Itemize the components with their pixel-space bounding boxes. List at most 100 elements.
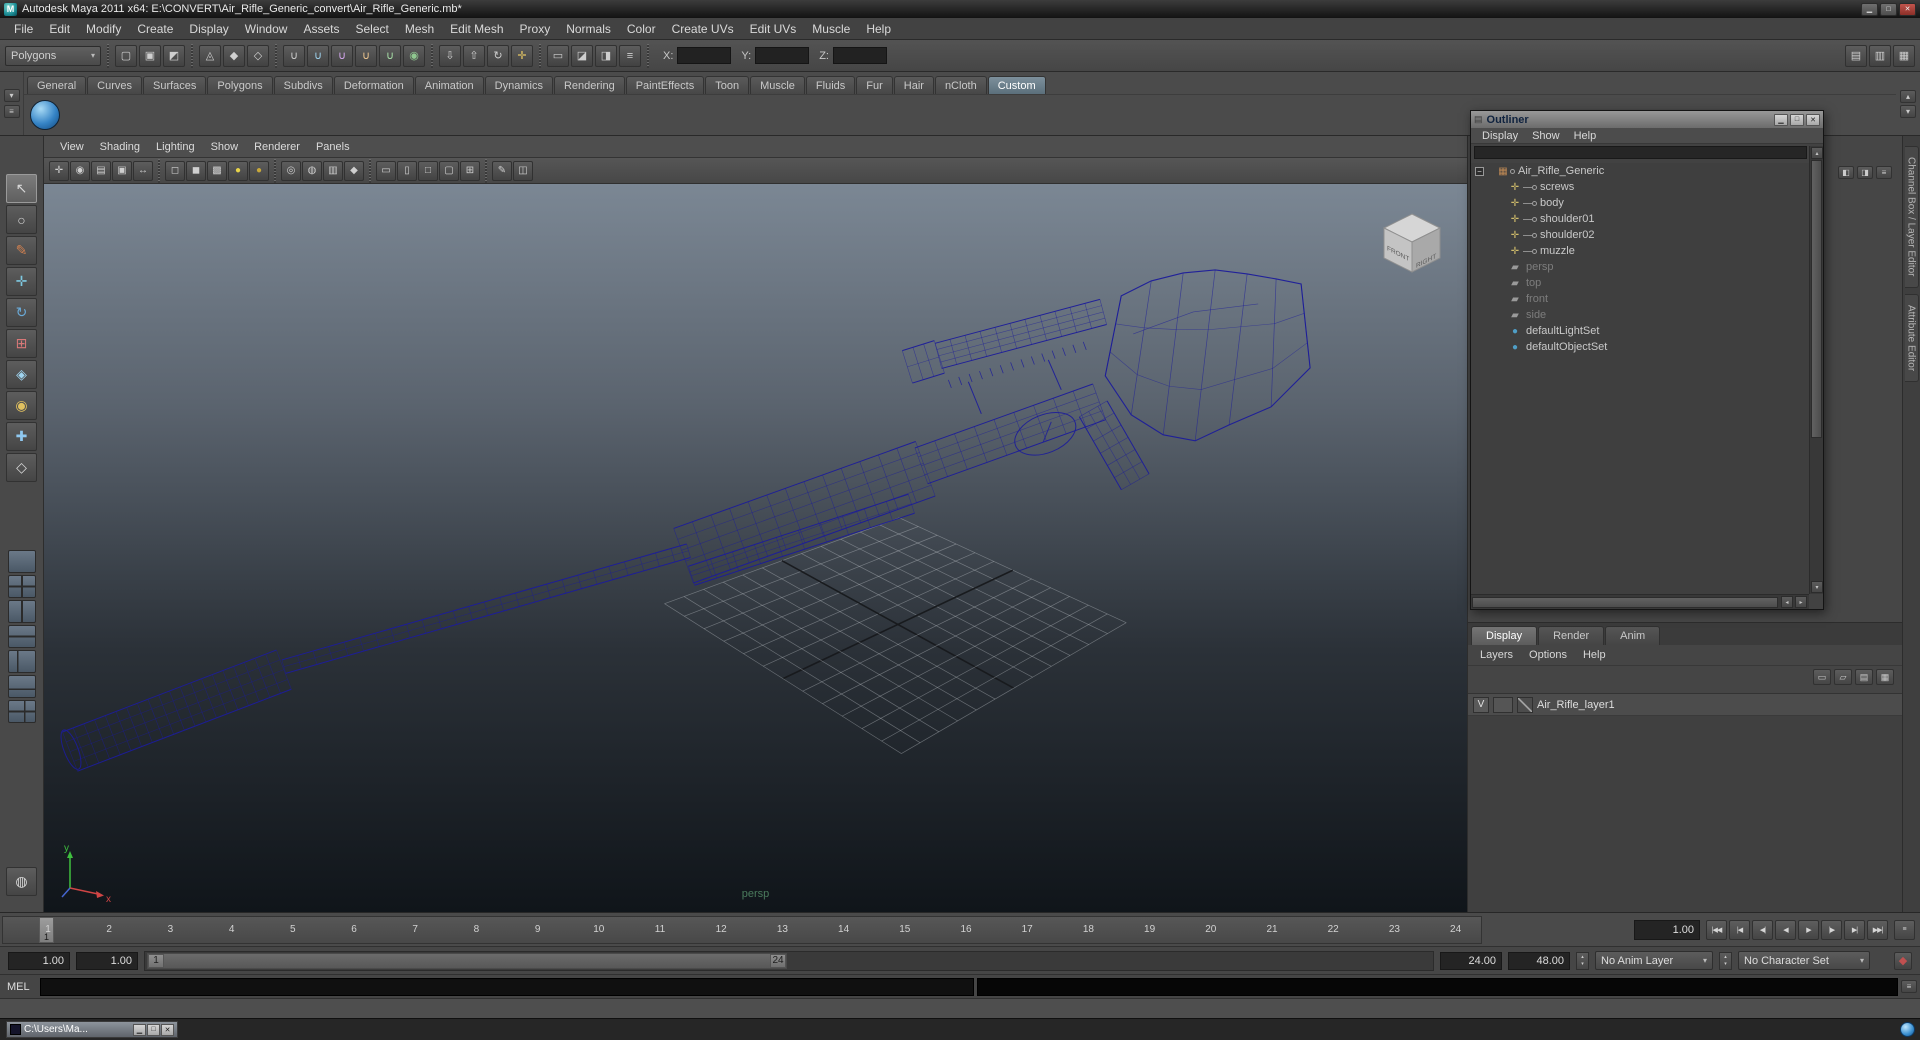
make-live-icon[interactable]: ◉ [403,44,425,67]
snap-view-plane-icon[interactable]: ∪ [379,44,401,67]
hypershade-persp-layout-icon[interactable] [7,700,36,723]
layer-color-swatch[interactable] [1517,696,1533,713]
outliner-titlebar[interactable]: ▤ Outliner ▁ □ ✕ [1471,111,1823,128]
attribute-editor-tab[interactable]: Attribute Editor [1904,293,1919,382]
menu-mesh[interactable]: Mesh [397,20,442,38]
select-object-icon[interactable]: ◆ [223,44,245,67]
scroll-up-icon[interactable]: ▴ [1811,147,1823,159]
view-cube[interactable]: FRONT RIGHT [1377,206,1447,280]
select-component-icon[interactable]: ◇ [247,44,269,67]
layer-tab-display[interactable]: Display [1471,626,1538,645]
layer-name[interactable]: Air_Rifle_layer1 [1537,699,1615,711]
last-tool-icon[interactable]: ◇ [6,453,37,482]
shelf-tab-toon[interactable]: Toon [705,76,750,94]
outliner-menu-display[interactable]: Display [1475,129,1525,143]
construction-history-icon[interactable]: ↻ [487,44,509,67]
wireframe-icon[interactable]: ◻ [165,160,185,181]
paint-selection-tool-icon[interactable]: ✎ [6,236,37,265]
menu-edit-uvs[interactable]: Edit UVs [742,20,805,38]
z-coordinate-input[interactable] [832,47,887,64]
play-backward-button[interactable]: ◀ [1775,919,1796,940]
film-gate-icon[interactable]: ▯ [397,160,417,181]
range-start-handle[interactable]: 1 [148,953,164,968]
shelf-tab-deformation[interactable]: Deformation [333,76,414,94]
menu-proxy[interactable]: Proxy [512,20,559,38]
scroll-down-icon[interactable]: ▾ [1811,581,1823,593]
shelf-scroll-up-icon[interactable]: ▴ [1900,89,1916,103]
animation-end-field[interactable]: 48.00 [1508,951,1570,970]
menu-normals[interactable]: Normals [558,20,619,38]
layers-menu-layers[interactable]: Layers [1472,648,1521,662]
outliner-menu-show[interactable]: Show [1525,129,1567,143]
close-window-button[interactable]: ✕ [161,1023,174,1036]
y-coordinate-input[interactable] [755,47,810,64]
single-pane-layout-icon[interactable] [7,550,36,573]
shadows-icon[interactable]: ● [249,160,269,181]
minimize-window-button[interactable]: ▁ [133,1023,146,1036]
image-plane-icon[interactable]: ▣ [112,160,132,181]
paint-effects-tool-icon[interactable]: ◍ [6,867,37,896]
persp-graph-layout-icon[interactable] [7,675,36,698]
soft-modification-icon[interactable]: ◉ [6,391,37,420]
isolate-select-icon[interactable]: ◎ [281,160,301,181]
time-slider-track[interactable]: 1 1 2 3 4 5 6 7 8 9 10 11 12 13 14 15 16 17 18 19 20 21 22 23 2… [2,915,1482,944]
menu-window[interactable]: Window [237,20,296,38]
menu-create[interactable]: Create [129,20,181,38]
minimize-button[interactable]: ▁ [1861,2,1878,16]
shelf-tab-surfaces[interactable]: Surfaces [142,76,207,94]
layer-visibility-toggle[interactable]: V [1473,696,1489,713]
safe-action-icon[interactable]: □ [418,160,438,181]
resolution-gate-icon[interactable]: ▭ [376,160,396,181]
outliner-item-shoulder02[interactable]: ✛ shoulder02 [1471,227,1809,243]
titlebar[interactable]: M Autodesk Maya 2011 x64: E:\CONVERT\Air… [0,0,1920,18]
new-scene-icon[interactable]: ▢ [115,44,137,67]
select-tool-icon[interactable]: ↖ [6,174,37,203]
outliner-filter-input[interactable] [1474,146,1807,159]
step-back-frame-button[interactable]: |◀ [1729,919,1750,940]
outliner-item-screws[interactable]: ✛ screws [1471,179,1809,195]
shelf-tab-animation[interactable]: Animation [414,76,484,94]
shelf-tab-painteffects[interactable]: PaintEffects [625,76,705,94]
snap-grid-icon[interactable]: ∪ [283,44,305,67]
outliner-item-defaultObjectSet[interactable]: ● defaultObjectSet [1471,339,1809,355]
outliner-vertical-scrollbar[interactable]: ▴ ▾ [1809,146,1823,594]
save-scene-icon[interactable]: ◩ [163,44,185,67]
camera-attributes-icon[interactable]: ◉ [70,160,90,181]
viewport-menu-show[interactable]: Show [203,139,247,155]
go-to-end-button[interactable]: ▶▶| [1867,919,1888,940]
scrollbar-thumb[interactable] [1472,596,1778,608]
viewport-menu-renderer[interactable]: Renderer [246,139,308,155]
scroll-right-icon[interactable]: ▸ [1795,596,1807,608]
shelf-tab-hair[interactable]: Hair [893,76,934,94]
character-set-spinner[interactable]: ▴ ▾ [1719,951,1732,970]
auto-keyframe-button[interactable]: ◆ [1894,951,1912,970]
shelf-tab-general[interactable]: General [27,76,87,94]
select-hierarchy-icon[interactable]: ◬ [199,44,221,67]
playback-start-field[interactable]: 1.00 [76,951,138,970]
menu-color[interactable]: Color [619,20,664,38]
animation-preferences-button[interactable]: ≡ [1894,919,1915,940]
bookmark-icon[interactable]: ▤ [91,160,111,181]
shelf-tab-rendering[interactable]: Rendering [553,76,625,94]
menu-set-selector[interactable]: Polygons ▾ [5,45,101,66]
go-to-start-button[interactable]: |◀◀ [1706,919,1727,940]
channel-box-toggle-icon[interactable]: ▦ [1893,44,1915,67]
empty-layer-button[interactable]: ▱ [1834,669,1852,685]
expand-collapse-icon[interactable]: − [1475,166,1484,176]
maximize-button[interactable]: □ [1880,2,1897,16]
selection-mask-icon[interactable]: ✛ [511,44,533,67]
three-pane-split-layout-icon[interactable] [7,650,36,673]
outliner-item-defaultLightSet[interactable]: ● defaultLightSet [1471,323,1809,339]
viewport-menu-shading[interactable]: Shading [92,139,148,155]
use-all-lights-icon[interactable]: ● [228,160,248,181]
open-scene-icon[interactable]: ▣ [139,44,161,67]
scrollbar-thumb[interactable] [1811,160,1822,438]
playback-range-bar[interactable]: 1 24 [147,952,787,969]
command-line-language-toggle[interactable]: MEL [3,981,37,993]
default-material-icon[interactable]: ◆ [344,160,364,181]
shelf-tab-muscle[interactable]: Muscle [750,76,805,94]
menu-help[interactable]: Help [858,20,899,38]
rotate-tool-icon[interactable]: ↻ [6,298,37,327]
shelf-scroll-down-icon[interactable]: ▾ [1900,104,1916,118]
viewport-menu-lighting[interactable]: Lighting [148,139,203,155]
